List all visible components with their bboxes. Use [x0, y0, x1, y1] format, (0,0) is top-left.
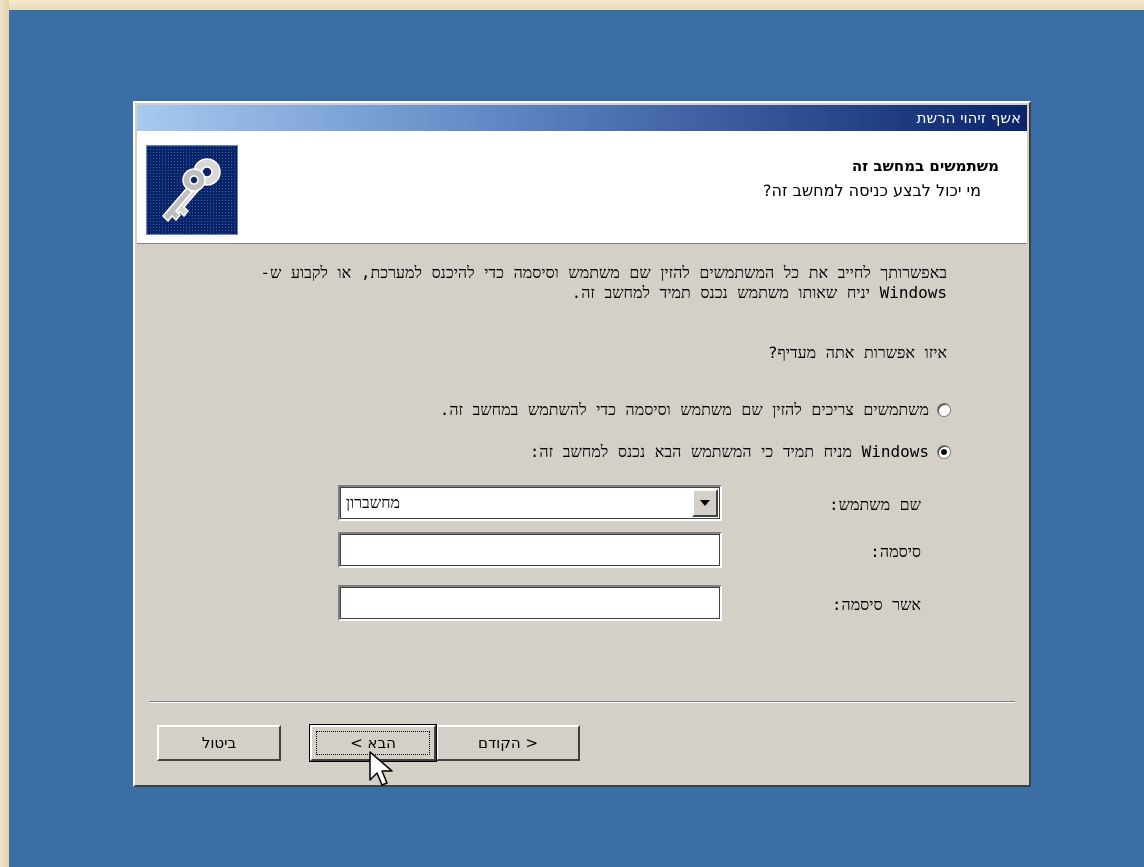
- option-require-password-label: משתמשים צריכים להזין שם משתמש וסיסמה כדי…: [439, 400, 929, 419]
- cancel-button[interactable]: ביטול: [157, 725, 281, 761]
- window-title: אשף זיהוי הרשת: [916, 109, 1021, 127]
- header-title: משתמשים במחשב זה: [851, 157, 999, 175]
- screen-frame-top: [0, 0, 1144, 10]
- header-subtitle: מי יכול לבצע כניסה למחשב זה?: [763, 181, 981, 200]
- chevron-down-icon: [700, 500, 710, 506]
- wizard-header: משתמשים במחשב זה מי יכול לבצע כניסה למחש…: [137, 131, 1027, 244]
- option-auto-logon[interactable]: Windows מניח תמיד כי המשתמש הבא נכנס למח…: [530, 442, 951, 462]
- screen-frame-left: [0, 0, 9, 867]
- title-bar[interactable]: אשף זיהוי הרשת: [137, 105, 1027, 131]
- network-identification-wizard-dialog: אשף זיהוי הרשת משתמשים במחשב זה מי יכול …: [133, 101, 1031, 787]
- option-auto-logon-label: Windows מניח תמיד כי המשתמש הבא נכנס למח…: [529, 442, 929, 461]
- confirm-password-label: אשר סיסמה:: [831, 595, 921, 614]
- dropdown-button[interactable]: [692, 489, 718, 517]
- keys-icon: [146, 145, 238, 235]
- option-require-password[interactable]: משתמשים צריכים להזין שם משתמש וסיסמה כדי…: [440, 400, 951, 420]
- intro-text: באפשרותך לחייב את כל המשתמשים להזין שם מ…: [260, 263, 947, 302]
- username-value: מחשברון: [346, 493, 401, 512]
- confirm-password-field[interactable]: [338, 585, 722, 621]
- question-text: איזו אפשרות אתה מעדיף?: [767, 343, 947, 362]
- mouse-pointer-icon: [369, 751, 393, 786]
- button-separator: [149, 701, 1015, 703]
- wizard-content: באפשרותך לחייב את כל המשתמשים להזין שם מ…: [135, 243, 1029, 693]
- radio-auto-logon[interactable]: [937, 445, 951, 459]
- back-button[interactable]: < הקודם: [436, 725, 580, 761]
- password-field[interactable]: [338, 532, 722, 568]
- username-combobox[interactable]: מחשברון: [338, 485, 722, 521]
- next-button-label: הבא >: [350, 734, 396, 752]
- password-label: סיסמה:: [870, 542, 921, 561]
- username-label: שם משתמש:: [829, 495, 921, 514]
- radio-require-password[interactable]: [937, 403, 951, 417]
